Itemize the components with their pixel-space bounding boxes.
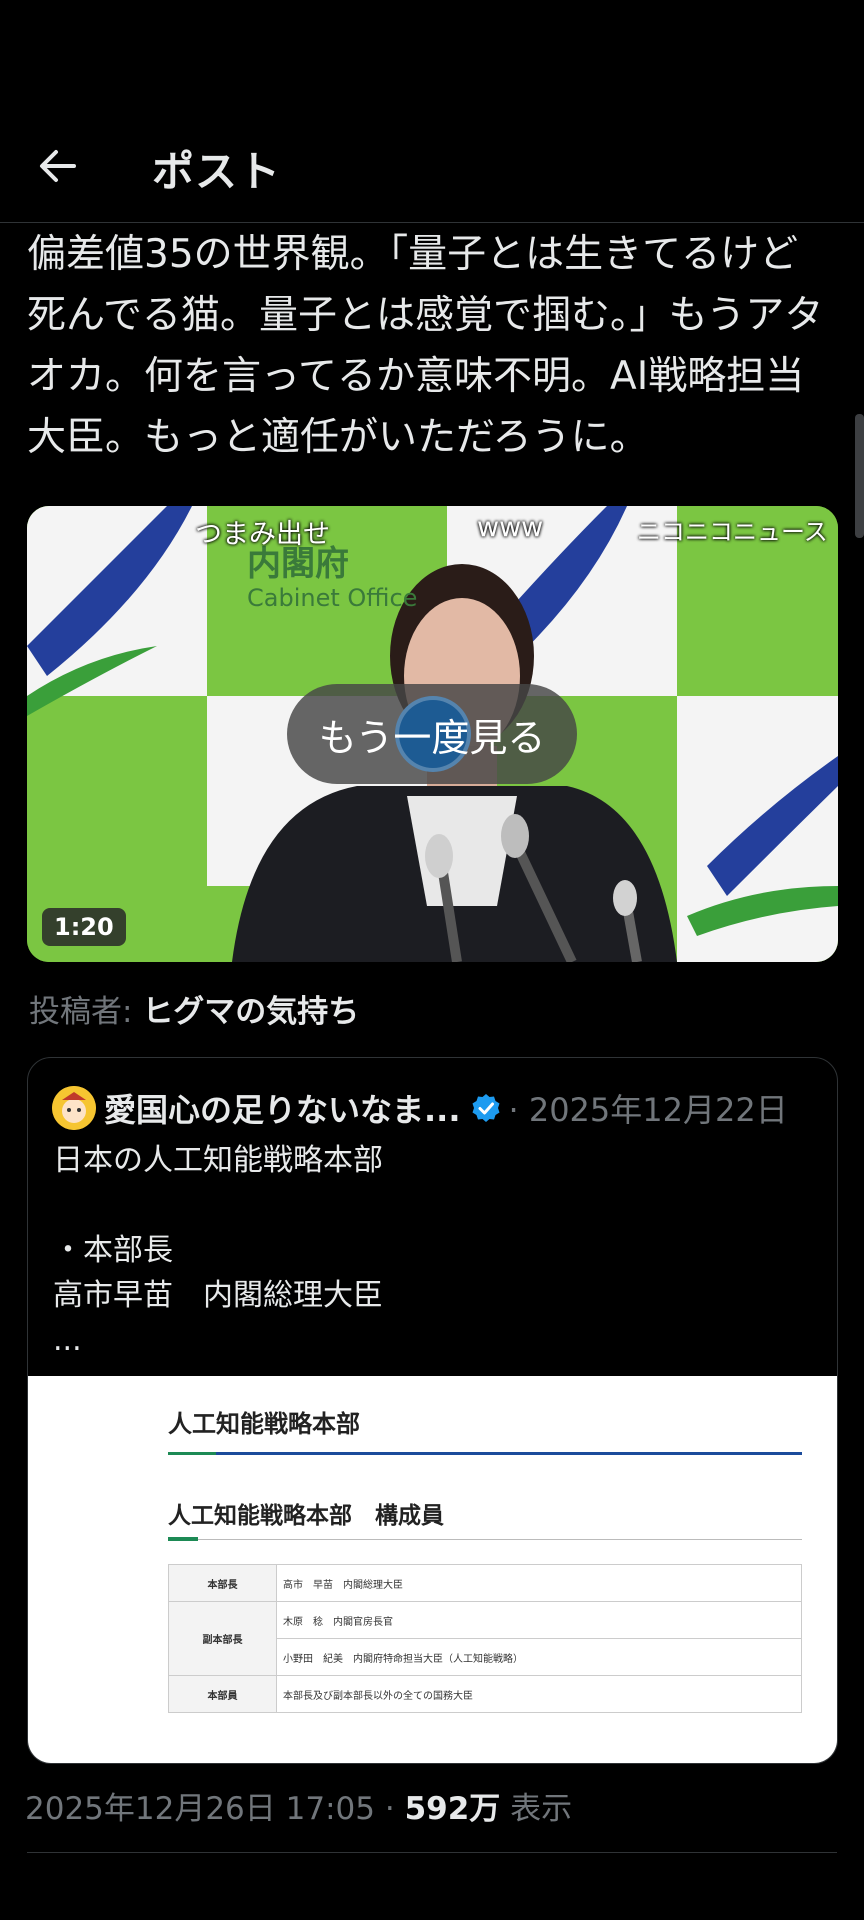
post-text: 偏差値35の世界観。「量子とは生きてるけど死んでる猫。量子とは感覚で掴む。」もう… — [27, 232, 824, 460]
divider-accent — [168, 1537, 198, 1541]
divider — [168, 1452, 802, 1455]
table-row: 副本部長 木原 稔 内閣官房長官 — [168, 1601, 802, 1676]
quoted-author-name[interactable]: 愛国心の足りないなま... — [104, 1085, 460, 1131]
table-row: 本部員 本部長及び副本部長以外の全ての国務大臣 — [168, 1675, 802, 1713]
views-count: 592万 — [404, 1791, 501, 1827]
divider-accent — [168, 1452, 216, 1455]
doc-title: 人工知能戦略本部 — [168, 1410, 360, 1438]
comment-overlay: www — [477, 512, 544, 543]
member-cell: 高市 早苗 内閣総理大臣 — [276, 1564, 802, 1602]
poster-label: 投稿者: — [29, 994, 133, 1030]
video-player[interactable]: 内閣府 Cabinet Office つまみ出せ www ニコニコニュース もう… — [27, 506, 838, 962]
poster-name-link[interactable]: ヒグマの気持ち — [142, 994, 359, 1030]
divider — [27, 1852, 837, 1853]
divider — [168, 1539, 802, 1540]
niconico-news-label: ニコニコニュース — [637, 518, 828, 546]
scrollbar-thumb[interactable] — [855, 414, 864, 538]
quoted-post-image[interactable]: 人工知能戦略本部 人工知能戦略本部 構成員 本部長 高市 早苗 内閣総理大臣 副… — [28, 1376, 837, 1763]
verified-badge-icon — [472, 1094, 500, 1122]
post-timestamp[interactable]: 2025年12月26日 17:05 — [25, 1791, 375, 1827]
role-cell: 副本部長 — [168, 1601, 277, 1676]
backdrop-text-english: Cabinet Office — [247, 584, 418, 612]
member-cell: 本部長及び副本部長以外の全ての国務大臣 — [276, 1675, 802, 1713]
top-app-bar: ポスト — [0, 108, 864, 223]
member-cell: 木原 稔 内閣官房長官 — [276, 1601, 802, 1639]
quoted-post-card[interactable]: 愛国心の足りないなま... · 2025年12月22日 日本の人工知能戦略本部 … — [27, 1057, 838, 1764]
poster-attribution: 投稿者: ヒグマの気持ち — [29, 986, 359, 1031]
replay-label: もう一度見る — [318, 715, 546, 760]
comment-overlay: つまみ出せ — [195, 519, 330, 550]
table-row: 本部長 高市 早苗 内閣総理大臣 — [168, 1564, 802, 1602]
views-label: 表示 — [510, 1791, 573, 1827]
duration-badge: 1:20 — [42, 908, 126, 946]
replay-button[interactable]: もう一度見る — [287, 684, 577, 784]
quoted-post-date: · 2025年12月22日 — [508, 1091, 788, 1129]
role-cell: 本部長 — [168, 1564, 277, 1602]
avatar-icon — [52, 1086, 96, 1130]
quoted-post-header: 愛国心の足りないなま... · 2025年12月22日 — [52, 1082, 822, 1134]
members-table: 本部長 高市 早苗 内閣総理大臣 副本部長 木原 稔 内閣官房長官 小野田 紀美… — [168, 1564, 802, 1713]
avatar[interactable] — [52, 1086, 96, 1130]
doc-subtitle: 人工知能戦略本部 構成員 — [168, 1503, 444, 1529]
role-cell: 本部員 — [168, 1675, 277, 1713]
page-title: ポスト — [152, 147, 282, 196]
back-arrow-icon[interactable] — [34, 142, 82, 190]
quoted-post-text: 日本の人工知能戦略本部 ・本部長 高市早苗 内閣総理大臣 ... — [53, 1143, 383, 1358]
member-cell: 小野田 紀美 内閣府特命担当大臣（人工知能戦略） — [276, 1638, 802, 1676]
post-meta: 2025年12月26日 17:05 · 592万 表示 — [25, 1783, 572, 1828]
separator-dot: · — [384, 1791, 395, 1827]
